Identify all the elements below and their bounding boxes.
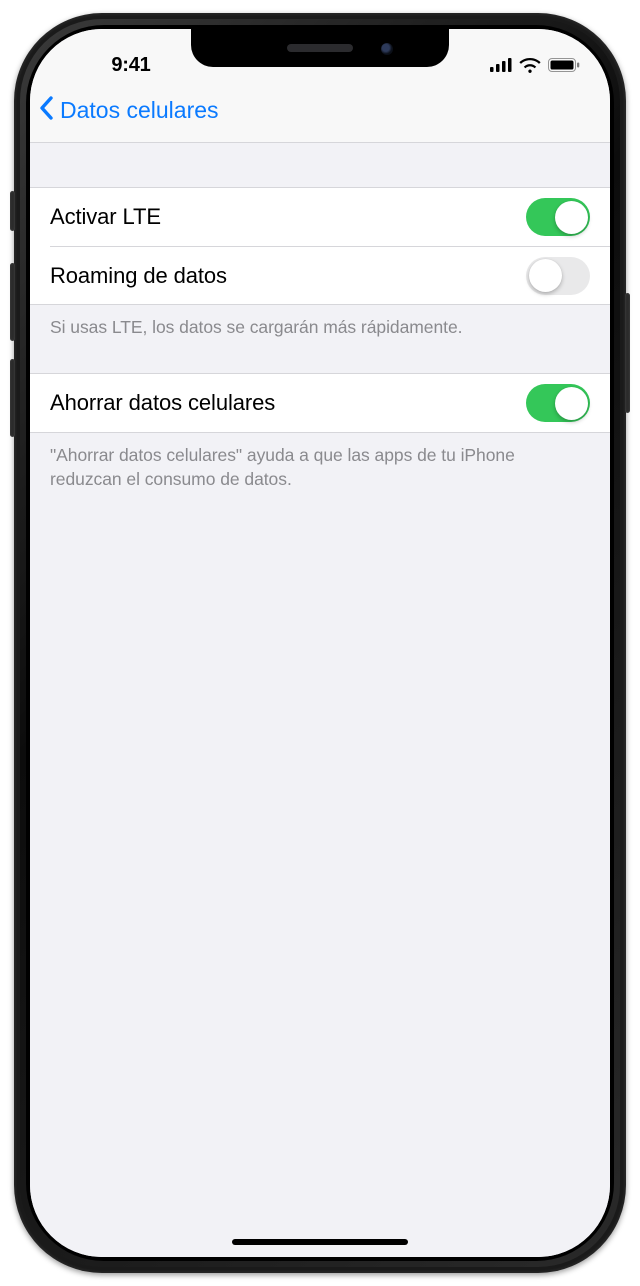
status-icons [450,58,580,73]
back-button[interactable]: Datos celulares [38,96,219,126]
notch [191,29,449,67]
group-spacer [30,143,610,187]
screen: 9:41 Dat [30,29,610,1257]
battery-icon [548,58,580,72]
toggle-knob [555,387,588,420]
settings-group-lte: Activar LTE Roaming de datos [30,187,610,305]
group-spacer [30,339,610,373]
group-footer-lte: Si usas LTE, los datos se cargarán más r… [30,305,610,339]
toggle-enable-lte[interactable] [526,198,590,236]
speaker-grill [287,44,353,52]
toggle-knob [529,259,562,292]
settings-content: Activar LTE Roaming de datos Si usas LTE… [30,143,610,1257]
device-stage: 9:41 Dat [0,0,640,1286]
volume-up-button [10,263,15,341]
silence-switch [10,191,15,231]
row-enable-lte[interactable]: Activar LTE [30,188,610,246]
back-label: Datos celulares [60,97,219,124]
cellular-signal-icon [490,58,512,72]
row-low-data-mode[interactable]: Ahorrar datos celulares [30,374,610,432]
status-time: 9:41 [66,54,196,77]
home-indicator[interactable] [232,1239,408,1245]
toggle-low-data-mode[interactable] [526,384,590,422]
wifi-icon [519,58,541,73]
row-label: Ahorrar datos celulares [50,390,275,416]
volume-down-button [10,359,15,437]
toggle-data-roaming[interactable] [526,257,590,295]
row-label: Roaming de datos [50,263,227,289]
phone-frame: 9:41 Dat [14,13,626,1273]
toggle-knob [555,201,588,234]
group-footer-low-data: "Ahorrar datos celulares" ayuda a que la… [30,433,610,491]
row-label: Activar LTE [50,204,161,230]
power-button [625,293,630,413]
settings-group-low-data: Ahorrar datos celulares [30,373,610,433]
front-camera [381,43,393,55]
row-data-roaming[interactable]: Roaming de datos [50,246,610,304]
chevron-left-icon [38,96,56,126]
navigation-bar: Datos celulares [30,85,610,143]
